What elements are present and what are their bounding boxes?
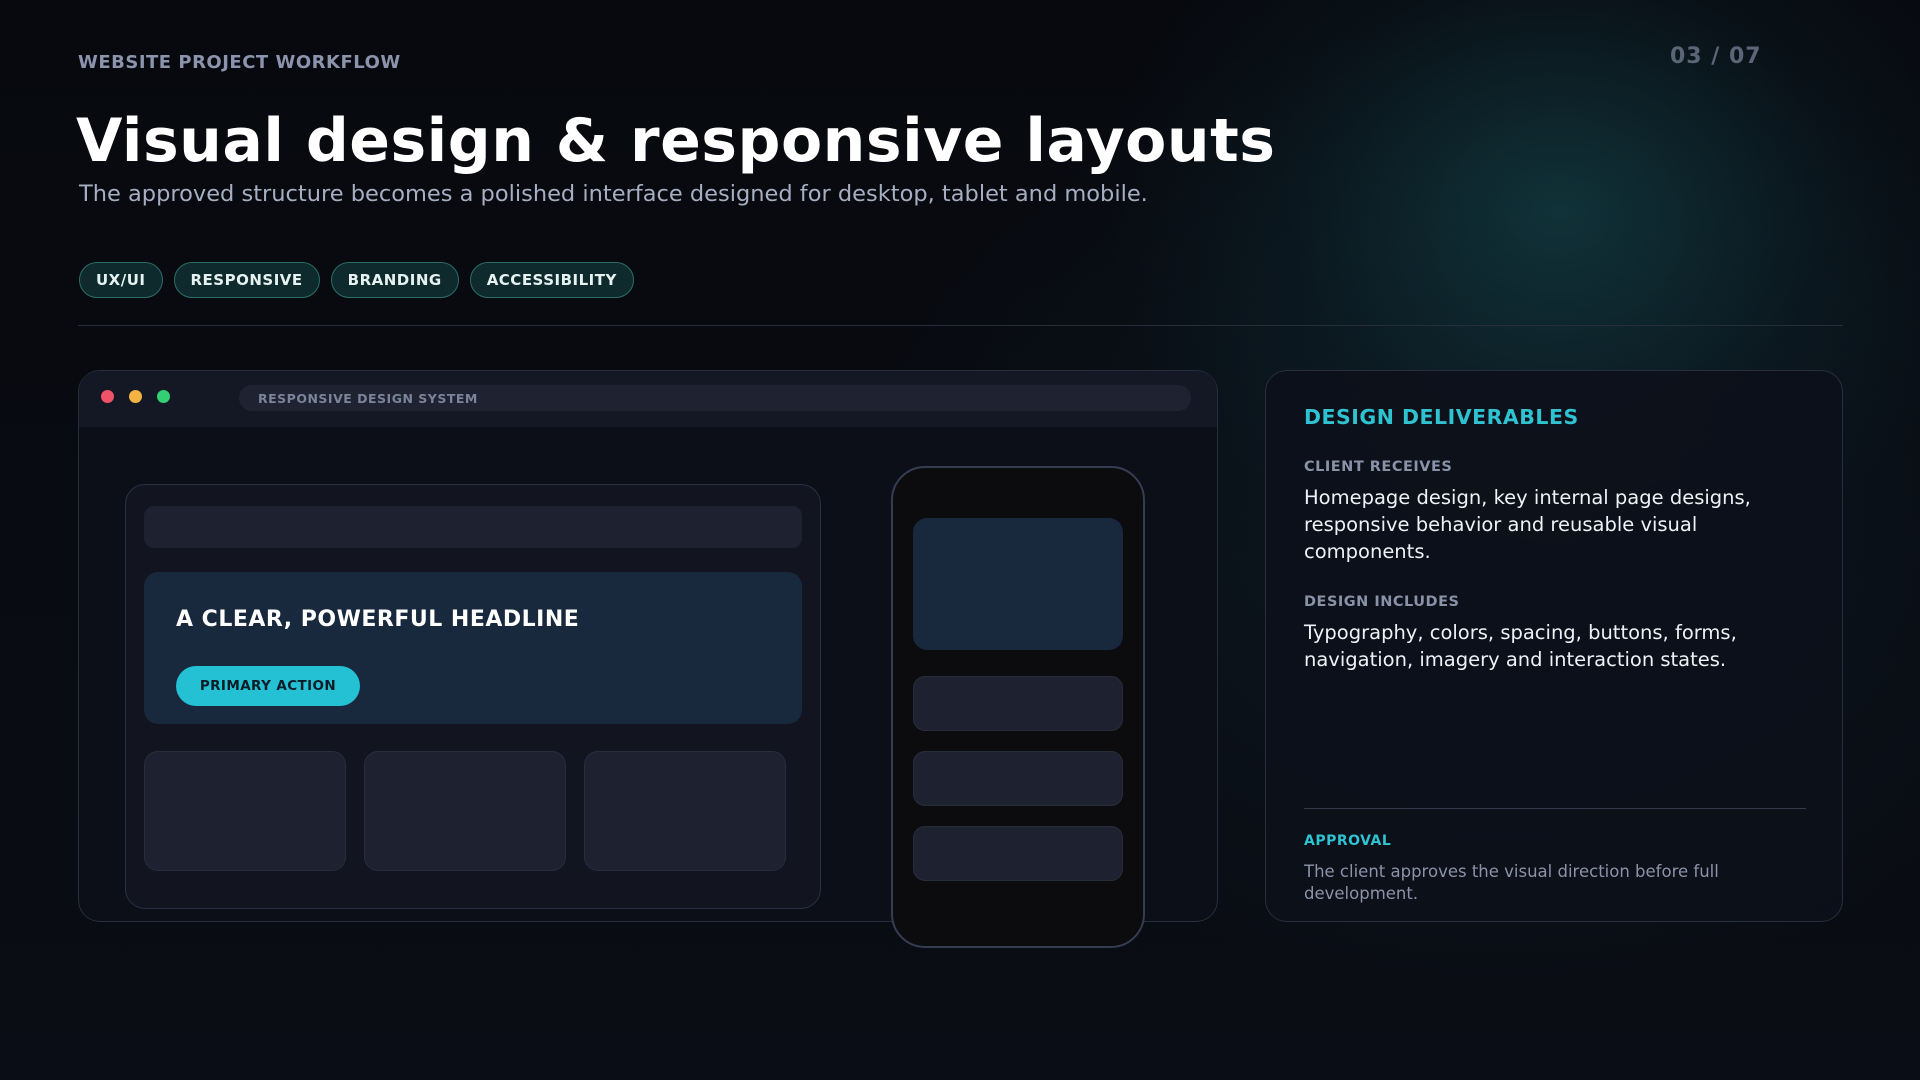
approval-label: APPROVAL bbox=[1304, 833, 1392, 849]
tag-list: UX/UI RESPONSIVE BRANDING ACCESSIBILITY bbox=[79, 262, 634, 298]
desktop-hero-section: A CLEAR, POWERFUL HEADLINE PRIMARY ACTIO… bbox=[144, 572, 802, 724]
primary-action-button[interactable]: PRIMARY ACTION bbox=[176, 666, 360, 706]
panel-divider bbox=[1304, 808, 1806, 809]
design-includes-text: Typography, colors, spacing, buttons, fo… bbox=[1304, 621, 1737, 671]
section-eyebrow: WEBSITE PROJECT WORKFLOW bbox=[78, 52, 401, 73]
desktop-card-placeholder bbox=[144, 751, 346, 871]
page-indicator: 03 / 07 bbox=[1670, 44, 1762, 69]
browser-toolbar: RESPONSIVE DESIGN SYSTEM bbox=[79, 371, 1217, 427]
minimize-dot-icon bbox=[129, 390, 142, 403]
tag-ux-ui: UX/UI bbox=[79, 262, 163, 298]
close-dot-icon bbox=[101, 390, 114, 403]
approval-text: The client approves the visual direction… bbox=[1304, 862, 1719, 903]
design-includes-label: DESIGN INCLUDES bbox=[1304, 594, 1460, 610]
url-bar-text: RESPONSIVE DESIGN SYSTEM bbox=[258, 390, 478, 406]
desktop-nav-placeholder bbox=[144, 506, 802, 548]
mobile-row-placeholder bbox=[913, 676, 1123, 731]
desktop-card-placeholder bbox=[364, 751, 566, 871]
hero-headline: A CLEAR, POWERFUL HEADLINE bbox=[176, 607, 580, 632]
tag-accessibility: ACCESSIBILITY bbox=[469, 262, 634, 298]
desktop-layout-mockup: A CLEAR, POWERFUL HEADLINE PRIMARY ACTIO… bbox=[125, 484, 821, 909]
header-divider bbox=[78, 325, 1843, 326]
client-receives-label: CLIENT RECEIVES bbox=[1304, 459, 1453, 475]
tag-responsive: RESPONSIVE bbox=[173, 262, 320, 298]
url-bar: RESPONSIVE DESIGN SYSTEM bbox=[239, 385, 1191, 411]
panel-title: DESIGN DELIVERABLES bbox=[1304, 405, 1579, 429]
page-title: Visual design & responsive layouts bbox=[76, 106, 1276, 176]
page-subtitle: The approved structure becomes a polishe… bbox=[79, 181, 1148, 207]
desktop-card-placeholder bbox=[584, 751, 786, 871]
tag-branding: BRANDING bbox=[330, 262, 459, 298]
maximize-dot-icon bbox=[157, 390, 170, 403]
mobile-hero-placeholder bbox=[913, 518, 1123, 650]
deliverables-panel: DESIGN DELIVERABLES CLIENT RECEIVES Home… bbox=[1265, 370, 1843, 922]
client-receives-text: Homepage design, key internal page desig… bbox=[1304, 486, 1751, 563]
mobile-row-placeholder bbox=[913, 826, 1123, 881]
mobile-row-placeholder bbox=[913, 751, 1123, 806]
mobile-layout-mockup bbox=[891, 466, 1145, 948]
